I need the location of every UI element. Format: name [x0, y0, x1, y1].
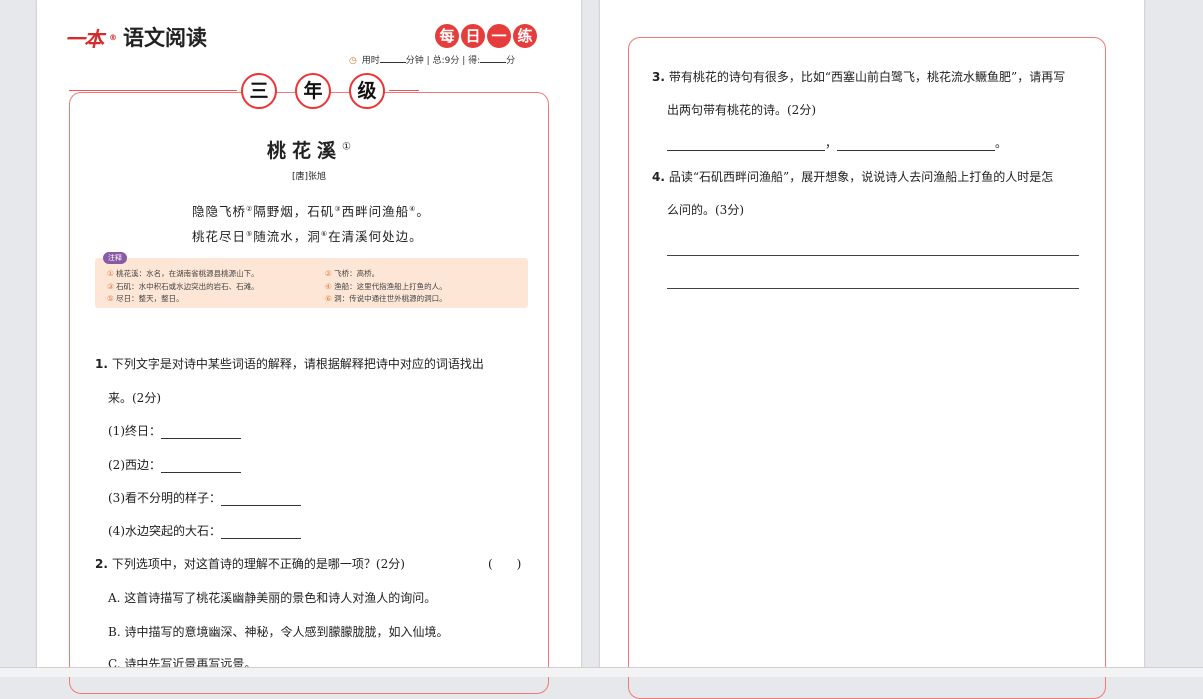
annotation-item: ④ 渔船：这里代指渔船上打鱼的人。	[325, 282, 447, 291]
question-1-line-1: 1. 下列文字是对诗中某些词语的解释，请根据解释把诗中对应的词语找出	[95, 357, 484, 371]
annotation-item: ⑤ 尽日：整天，整日。	[107, 294, 184, 303]
annotation-item: ③ 石矶：水中积石或水边突出的岩石、石滩。	[107, 282, 259, 291]
brand-reg-mark: ®	[109, 32, 117, 42]
daily-practice-badge: 每 日 一 练	[435, 24, 537, 48]
question-3-line-2: 出两句带有桃花的诗。(2分)	[667, 103, 816, 117]
question-2-stem: 2. 下列选项中，对这首诗的理解不正确的是哪一项？(2分)	[95, 557, 405, 571]
daily-char: 每	[435, 24, 459, 48]
grade-char: 年	[295, 73, 331, 109]
answer-blank[interactable]	[837, 138, 996, 151]
question-1-item: (4)水边突起的大石：	[108, 522, 301, 539]
option-a: A. 这首诗描写了桃花溪幽静美丽的景色和诗人对渔人的询问。	[108, 591, 437, 605]
grade-divider-right	[389, 90, 419, 91]
clock-icon: ◷	[349, 56, 357, 66]
grade-divider-left	[69, 90, 237, 91]
brand-logo: 一本	[65, 26, 104, 51]
daily-char: 练	[513, 24, 537, 48]
annotation-box: 注释 ① 桃花溪：水名，在湖南省桃源县桃源山下。 ② 飞桥：高桥。 ③ 石矶：水…	[95, 252, 528, 308]
time-label: 用时	[361, 56, 380, 66]
poem-line-2: 桃花尽日⑤随流水，洞⑥在清溪何处边。	[192, 229, 423, 244]
question-1-item: (3)看不分明的样子：	[108, 489, 301, 506]
answer-line[interactable]	[667, 288, 1079, 289]
series-title: 语文阅读	[123, 26, 207, 50]
page-left: 一本 ® 语文阅读 每 日 一 练 ◷ 用时 分钟 | 总:9分 | 得: 分 三 …	[37, 0, 581, 694]
grade-badge: 三 年 级	[241, 73, 385, 109]
poem-title-note: ①	[342, 141, 351, 153]
answer-blank[interactable]	[221, 493, 301, 506]
annotation-item: ① 桃花溪：水名，在湖南省桃源县桃源山下。	[107, 269, 259, 278]
score-blank	[480, 54, 507, 63]
option-b: B. 诗中描写的意境幽深、神秘，令人感到朦朦胧胧，如入仙境。	[108, 625, 449, 639]
daily-char: 一	[487, 24, 511, 48]
answer-blank[interactable]	[161, 460, 241, 473]
question-4-line-2: 么问的。(3分)	[667, 203, 744, 217]
answer-blank[interactable]	[221, 526, 301, 539]
answer-blank[interactable]	[667, 138, 825, 151]
grade-char: 级	[349, 73, 385, 109]
question-1-item: (1)终日：	[108, 422, 241, 439]
daily-char: 日	[461, 24, 485, 48]
poem-title: 桃花溪①	[267, 140, 351, 162]
question-4-line-1: 4. 品读“石矶西畔问渔船”，展开想象，说说诗人去问渔船上打鱼的人时是怎	[652, 170, 1054, 184]
page-right: 3. 带有桃花的诗句有很多，比如“西塞山前白鹭飞，桃花流水鳜鱼肥”，请再写 出两句…	[600, 0, 1144, 699]
annotation-item: ⑥ 洞：传说中通往世外桃源的洞口。	[325, 294, 447, 303]
question-3-answer: ，。	[667, 134, 1007, 151]
time-unit: 分钟	[405, 56, 424, 66]
annotation-item: ② 飞桥：高桥。	[325, 269, 380, 278]
poem-line-1: 隐隐飞桥②隔野烟，石矶③西畔问渔船④。	[192, 204, 430, 219]
annotation-tag: 注释	[103, 252, 127, 264]
time-score-line: ◷ 用时 分钟 | 总:9分 | 得: 分	[349, 54, 516, 66]
answer-paren[interactable]: ( )	[488, 555, 521, 572]
score-label: 得:	[468, 56, 481, 66]
score-total: 总:9分	[432, 56, 460, 66]
poem-author: [唐]张旭	[291, 172, 327, 182]
grade-char: 三	[241, 73, 277, 109]
score-unit: 分	[506, 56, 516, 66]
time-blank	[379, 54, 406, 63]
answer-blank[interactable]	[161, 426, 241, 439]
question-1-line-2: 来。(2分)	[108, 391, 161, 405]
question-3-line-1: 3. 带有桃花的诗句有很多，比如“西塞山前白鹭飞，桃花流水鳜鱼肥”，请再写	[652, 70, 1066, 84]
question-1-item: (2)西边：	[108, 456, 241, 473]
answer-line[interactable]	[667, 255, 1079, 256]
brand: 一本 ® 语文阅读	[65, 22, 207, 52]
